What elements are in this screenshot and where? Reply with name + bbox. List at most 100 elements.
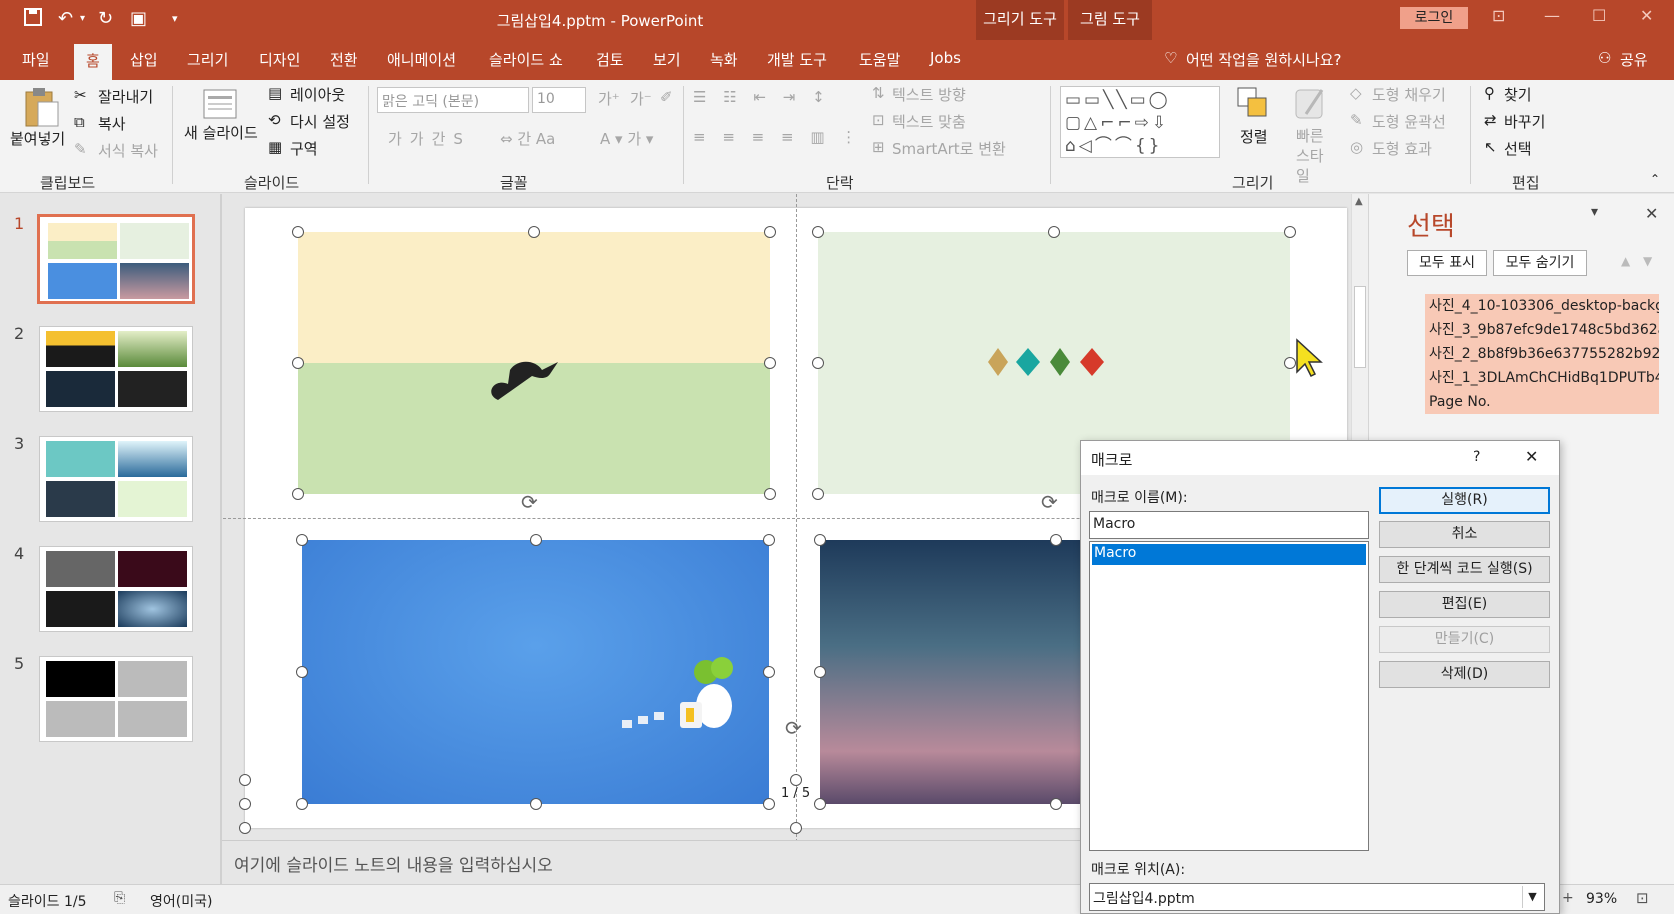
tab-help[interactable]: 도움말 <box>859 49 900 70</box>
maximize-icon[interactable]: ☐ <box>1592 6 1606 25</box>
selection-item[interactable]: 사진_3_9b87efc9de1748c5bd362a5 <box>1425 318 1659 342</box>
resize-handle[interactable] <box>814 798 826 810</box>
page-number-placeholder[interactable]: 1 / 5 <box>781 786 810 801</box>
send-backward-icon[interactable]: ▼ <box>1643 254 1652 268</box>
align-icons[interactable]: ≡ ≡ ≡ ≡ ▥ ⋮ <box>693 128 862 146</box>
macro-list[interactable]: Macro <box>1089 541 1369 851</box>
resize-handle[interactable] <box>296 798 308 810</box>
macro-location-select[interactable]: 그림삽입4.pptm ▼ <box>1089 883 1545 911</box>
grow-font-icon[interactable]: 가⁺ <box>598 88 620 109</box>
zoom-slider[interactable]: + <box>1562 890 1574 906</box>
pane-options-icon[interactable]: ▾ <box>1591 204 1598 220</box>
macro-list-item[interactable]: Macro <box>1092 544 1366 565</box>
rotate-handle-icon[interactable]: ⟳ <box>1041 490 1058 514</box>
resize-handle[interactable] <box>814 534 826 546</box>
font-size-select[interactable]: 10 <box>532 87 586 113</box>
hide-all-button[interactable]: 모두 숨기기 <box>1493 250 1587 276</box>
tab-view[interactable]: 보기 <box>653 49 681 70</box>
resize-handle[interactable] <box>292 488 304 500</box>
resize-handle[interactable] <box>528 226 540 238</box>
picture-2[interactable] <box>302 540 769 804</box>
tab-record[interactable]: 녹화 <box>710 49 738 70</box>
tab-developer[interactable]: 개발 도구 <box>767 49 827 70</box>
slide-thumbnail-5[interactable] <box>39 656 193 742</box>
slide-thumbnail-2[interactable] <box>39 326 193 412</box>
paste-button[interactable]: 붙여넣기 <box>10 128 65 149</box>
tab-draw[interactable]: 그리기 <box>187 49 228 70</box>
step-into-button[interactable]: 한 단계씩 코드 실행(S) <box>1379 556 1550 583</box>
resize-handle[interactable] <box>763 666 775 678</box>
arrange-button[interactable]: 정렬 <box>1240 126 1268 147</box>
tab-jobs[interactable]: Jobs <box>930 49 961 67</box>
selection-item[interactable]: 사진_2_8b8f9b36e637755282b92ae <box>1425 342 1659 366</box>
tab-animation[interactable]: 애니메이션 <box>387 49 456 70</box>
resize-handle[interactable] <box>530 534 542 546</box>
resize-handle[interactable] <box>814 666 826 678</box>
resize-handle[interactable] <box>790 822 802 834</box>
resize-handle[interactable] <box>812 488 824 500</box>
resize-handle[interactable] <box>296 534 308 546</box>
bring-forward-icon[interactable]: ▲ <box>1621 254 1630 268</box>
pane-divider[interactable] <box>220 194 222 884</box>
shrink-font-icon[interactable]: 가⁻ <box>630 88 652 109</box>
chevron-down-icon[interactable]: ▼ <box>1522 886 1542 908</box>
align-text-button[interactable]: 텍스트 맞춤 <box>892 111 966 132</box>
slide-thumbnail-1[interactable] <box>37 214 195 304</box>
rotate-handle-icon[interactable]: ⟳ <box>521 490 538 514</box>
resize-handle[interactable] <box>763 534 775 546</box>
macro-name-input[interactable]: Macro <box>1089 511 1369 539</box>
scrollbar-thumb[interactable] <box>1354 286 1366 368</box>
text-direction-button[interactable]: 텍스트 방향 <box>892 84 966 105</box>
resize-handle[interactable] <box>1050 798 1062 810</box>
tab-slideshow[interactable]: 슬라이드 쇼 <box>489 49 563 70</box>
font-style-icons[interactable]: 가가간S <box>388 128 471 149</box>
resize-handle[interactable] <box>1050 534 1062 546</box>
new-slide-button[interactable]: 새 슬라이드 <box>184 122 258 143</box>
close-window-icon[interactable]: ✕ <box>1640 6 1653 25</box>
resize-handle[interactable] <box>1284 226 1296 238</box>
cancel-button[interactable]: 취소 <box>1379 521 1550 548</box>
resize-handle[interactable] <box>292 357 304 369</box>
find-button[interactable]: 찾기 <box>1504 84 1532 105</box>
tell-me-box[interactable]: 어떤 작업을 원하시나요? <box>1186 49 1342 70</box>
scroll-up-icon[interactable]: ▲ <box>1355 196 1363 207</box>
close-dialog-icon[interactable]: ✕ <box>1525 447 1538 466</box>
resize-handle[interactable] <box>763 798 775 810</box>
resize-handle[interactable] <box>239 822 251 834</box>
selection-item[interactable]: Page No. <box>1425 390 1659 414</box>
picture-4[interactable] <box>298 232 770 494</box>
cut-button[interactable]: 잘라내기 <box>98 86 153 107</box>
resize-handle[interactable] <box>1048 226 1060 238</box>
copy-button[interactable]: 복사 <box>98 113 126 134</box>
tab-design[interactable]: 디자인 <box>259 49 300 70</box>
resize-handle[interactable] <box>764 226 776 238</box>
create-button[interactable]: 만들기(C) <box>1379 626 1550 653</box>
edit-button[interactable]: 편집(E) <box>1379 591 1550 618</box>
resize-handle[interactable] <box>812 226 824 238</box>
show-all-button[interactable]: 모두 표시 <box>1407 250 1487 276</box>
selection-item[interactable]: 사진_4_10-103306_desktop-backgr <box>1425 294 1659 318</box>
format-painter-button[interactable]: 서식 복사 <box>98 140 158 161</box>
list-icons[interactable]: ☰ ☷ ⇤ ⇥ ↕ <box>693 88 831 106</box>
rotate-handle-icon[interactable]: ⟳ <box>785 716 802 740</box>
tab-file[interactable]: 파일 <box>22 49 50 70</box>
quick-styles-button[interactable]: 빠른 스타일 <box>1296 126 1336 186</box>
layout-button[interactable]: 레이아웃 <box>290 84 345 105</box>
font-color-icon[interactable]: A ▾ 가 ▾ <box>600 128 653 149</box>
new-slide-icon[interactable] <box>200 86 240 122</box>
select-button[interactable]: 선택 <box>1504 138 1532 159</box>
shape-effects-button[interactable]: 도형 효과 <box>1372 138 1432 159</box>
arrange-icon[interactable] <box>1236 84 1272 124</box>
spelling-icon[interactable]: ⎘ <box>114 890 125 906</box>
resize-handle[interactable] <box>292 226 304 238</box>
resize-handle[interactable] <box>764 357 776 369</box>
resize-handle[interactable] <box>239 798 251 810</box>
shapes-gallery[interactable]: ▭▭╲╲▭◯ ▢△⌐⌐⇨⇩ ⌂◁⌒⌒{} <box>1060 86 1220 158</box>
minimize-icon[interactable]: — <box>1544 6 1560 25</box>
selection-item[interactable]: 사진_1_3DLAmChCHidBq1DPUTb4 <box>1425 366 1659 390</box>
tab-review[interactable]: 검토 <box>596 49 624 70</box>
ribbon-display-icon[interactable]: ⊡ <box>1492 6 1505 25</box>
resize-handle[interactable] <box>812 357 824 369</box>
section-button[interactable]: 구역 <box>290 138 318 159</box>
tab-transition[interactable]: 전환 <box>330 49 358 70</box>
